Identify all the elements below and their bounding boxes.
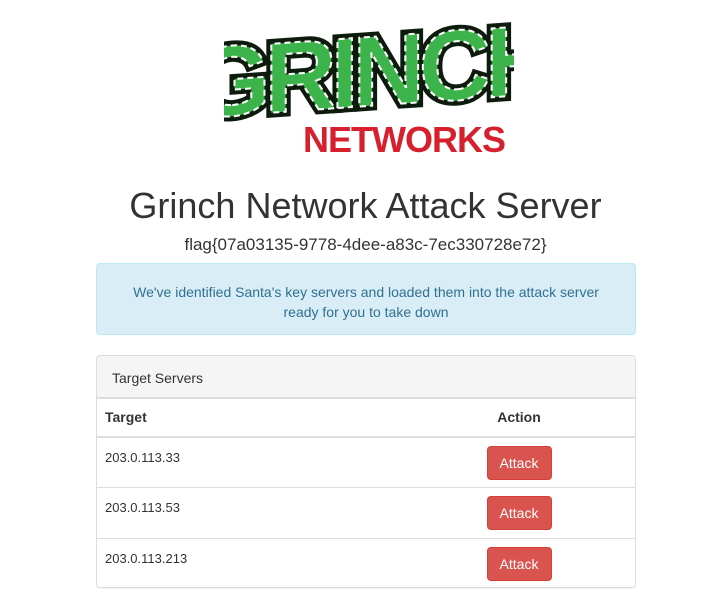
panel-heading: Target Servers <box>97 356 635 398</box>
table-header-row: Target Action <box>97 398 635 438</box>
info-alert: We've identified Santa's key servers and… <box>96 263 636 335</box>
table-row: 203.0.113.213 Attack <box>97 539 635 588</box>
flag-text: flag{07a03135-9778-4dee-a83c-7ec330728e7… <box>184 235 547 254</box>
target-ip: 203.0.113.53 <box>97 487 403 539</box>
alert-message: We've identified Santa's key servers and… <box>133 284 599 320</box>
target-ip: 203.0.113.33 <box>97 436 403 488</box>
table-row: 203.0.113.33 Attack <box>97 436 635 488</box>
svg-text:NETWORKS: NETWORKS <box>303 119 505 158</box>
target-servers-panel: Target Servers Target Action 203.0.113.3… <box>96 355 636 588</box>
attack-button[interactable]: Attack <box>486 547 552 581</box>
grinch-networks-logo: GRINCH GRINCH NETWORKS <box>224 8 514 158</box>
target-ip: 203.0.113.213 <box>105 551 188 566</box>
page: GRINCH GRINCH NETWORKS Grinch Network At… <box>0 0 709 614</box>
table-row: 203.0.113.53 Attack <box>97 487 635 539</box>
column-header-action: Action <box>403 398 635 438</box>
page-title: Grinch Network Attack Server <box>129 185 602 226</box>
target-servers-table: Target Action 203.0.113.33 Attack 203.0.… <box>97 398 635 588</box>
attack-button[interactable]: Attack <box>486 445 552 480</box>
attack-button[interactable]: Attack <box>486 496 552 530</box>
column-header-target: Target <box>97 398 403 438</box>
